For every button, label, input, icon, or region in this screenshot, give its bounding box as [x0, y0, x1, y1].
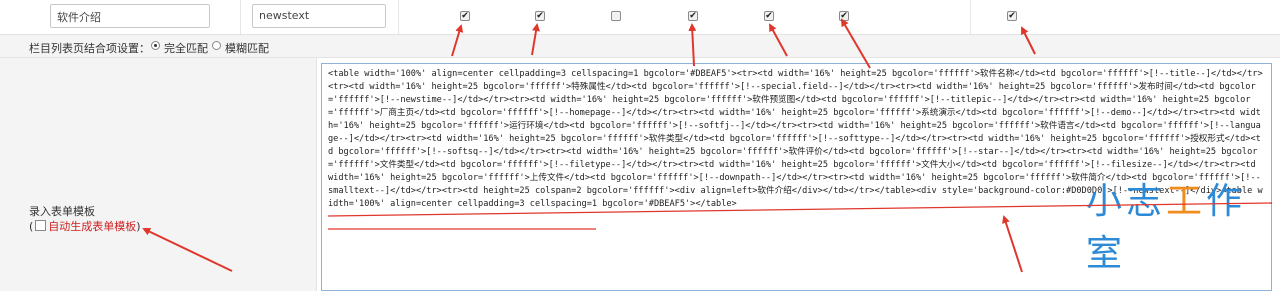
annotation-arrow [531, 23, 540, 56]
annotation-arrow [1002, 215, 1023, 273]
annotation-arrow [451, 24, 464, 57]
code-underline [327, 202, 1273, 217]
annotation-arrows [142, 18, 1273, 273]
annotation-arrow [1021, 26, 1036, 55]
annotation-arrow [840, 18, 871, 69]
annotation-arrow [688, 23, 697, 67]
annotation-arrow [769, 23, 788, 57]
annotation-arrow [142, 227, 233, 272]
